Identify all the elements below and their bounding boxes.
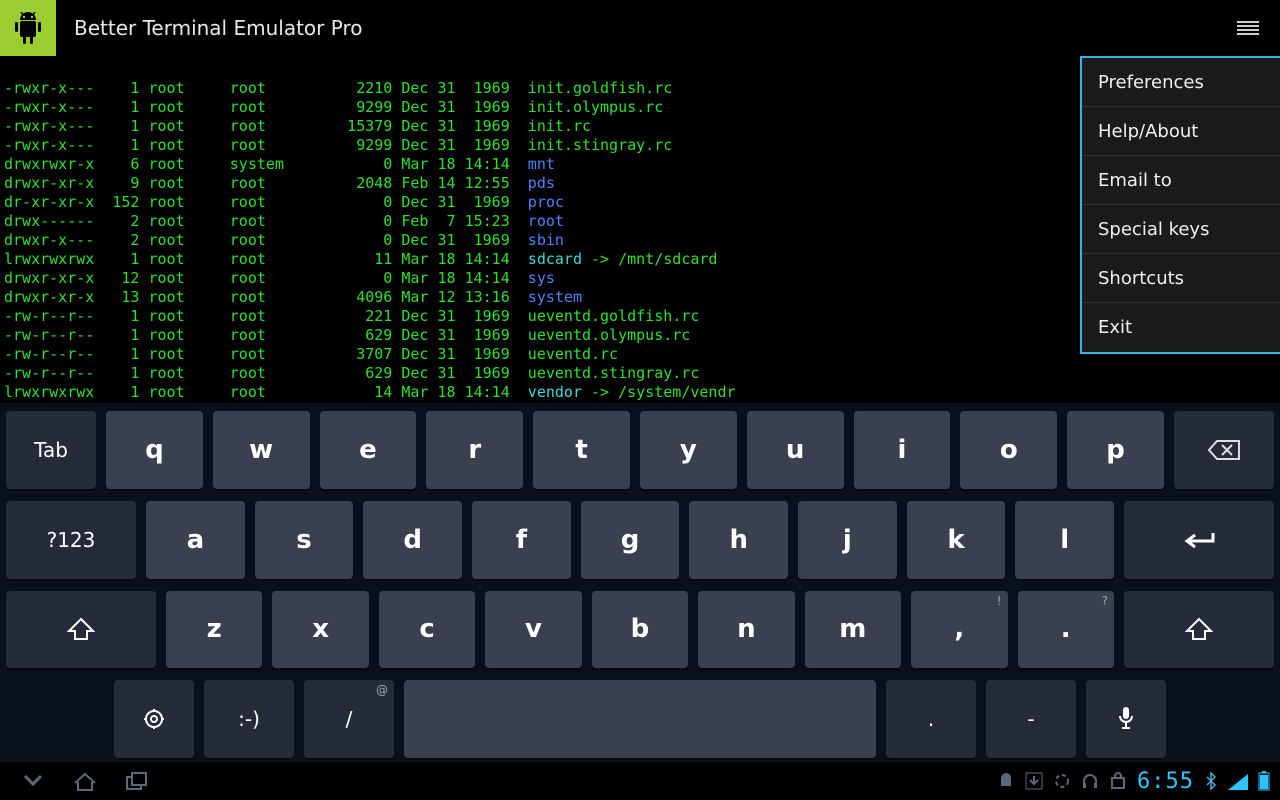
key-h[interactable]: h xyxy=(689,501,788,579)
overflow-menu-button[interactable] xyxy=(1224,4,1272,52)
app-title: Better Terminal Emulator Pro xyxy=(74,16,1224,40)
headphones-icon xyxy=(1081,772,1099,790)
recent-apps-button[interactable] xyxy=(114,766,160,796)
key-n[interactable]: n xyxy=(698,591,794,669)
key-d[interactable]: d xyxy=(363,501,462,579)
key-w[interactable]: w xyxy=(213,411,310,489)
menu-item-special-keys[interactable]: Special keys xyxy=(1082,205,1280,254)
download-icon xyxy=(1025,772,1043,790)
key-space[interactable] xyxy=(404,680,876,758)
key-[interactable]: .? xyxy=(1018,591,1114,669)
key-[interactable]: ,! xyxy=(911,591,1007,669)
bluetooth-icon xyxy=(1204,772,1218,790)
app-bar: Better Terminal Emulator Pro xyxy=(0,0,1280,56)
key-z[interactable]: z xyxy=(166,591,262,669)
key-[interactable]: - xyxy=(986,680,1076,758)
menu-item-shortcuts[interactable]: Shortcuts xyxy=(1082,254,1280,303)
key-p[interactable]: p xyxy=(1067,411,1164,489)
key-q[interactable]: q xyxy=(106,411,203,489)
key-f[interactable]: f xyxy=(472,501,571,579)
key-o[interactable]: o xyxy=(960,411,1057,489)
key-backspace[interactable] xyxy=(1174,411,1274,489)
menu-item-preferences[interactable]: Preferences xyxy=(1082,58,1280,107)
key-g[interactable]: g xyxy=(581,501,680,579)
key-a[interactable]: a xyxy=(146,501,245,579)
key-v[interactable]: v xyxy=(485,591,581,669)
hide-keyboard-button[interactable] xyxy=(10,766,56,796)
android-icon xyxy=(997,772,1015,790)
hamburger-icon xyxy=(1237,21,1259,35)
key-y[interactable]: y xyxy=(640,411,737,489)
key-c[interactable]: c xyxy=(379,591,475,669)
soft-keyboard: Tabqwertyuiop ?123asdfghjkl zxcvbnm,!.? … xyxy=(0,403,1280,762)
key-i[interactable]: i xyxy=(854,411,951,489)
key-[interactable]: . xyxy=(886,680,976,758)
battery-icon xyxy=(1258,771,1270,791)
key-r[interactable]: r xyxy=(426,411,523,489)
key-[interactable]: /@ xyxy=(304,680,394,758)
key-s[interactable]: s xyxy=(255,501,354,579)
key-m[interactable]: m xyxy=(805,591,901,669)
key-123[interactable]: ?123 xyxy=(6,501,136,579)
key-shift[interactable] xyxy=(6,591,156,669)
key-settings[interactable] xyxy=(114,680,194,758)
key-l[interactable]: l xyxy=(1015,501,1114,579)
key-t[interactable]: t xyxy=(533,411,630,489)
sync-icon xyxy=(1053,772,1071,790)
key-j[interactable]: j xyxy=(798,501,897,579)
key-mic[interactable] xyxy=(1086,680,1166,758)
key-e[interactable]: e xyxy=(320,411,417,489)
key-tab[interactable]: Tab xyxy=(6,411,96,489)
key-enter[interactable] xyxy=(1124,501,1274,579)
wifi-icon xyxy=(1228,772,1248,790)
menu-item-help-about[interactable]: Help/About xyxy=(1082,107,1280,156)
key-x[interactable]: x xyxy=(272,591,368,669)
menu-item-email-to[interactable]: Email to xyxy=(1082,156,1280,205)
app-icon xyxy=(0,0,56,56)
home-button[interactable] xyxy=(62,766,108,796)
status-tray[interactable]: 6:55 xyxy=(997,769,1270,794)
bag-icon xyxy=(1109,772,1127,790)
key-k[interactable]: k xyxy=(907,501,1006,579)
system-bar: 6:55 xyxy=(0,762,1280,800)
clock: 6:55 xyxy=(1137,769,1194,794)
key-u[interactable]: u xyxy=(747,411,844,489)
menu-item-exit[interactable]: Exit xyxy=(1082,303,1280,352)
overflow-menu: PreferencesHelp/AboutEmail toSpecial key… xyxy=(1080,56,1280,354)
key-shift[interactable] xyxy=(1124,591,1274,669)
key-b[interactable]: b xyxy=(592,591,688,669)
key-[interactable]: :-) xyxy=(204,680,294,758)
